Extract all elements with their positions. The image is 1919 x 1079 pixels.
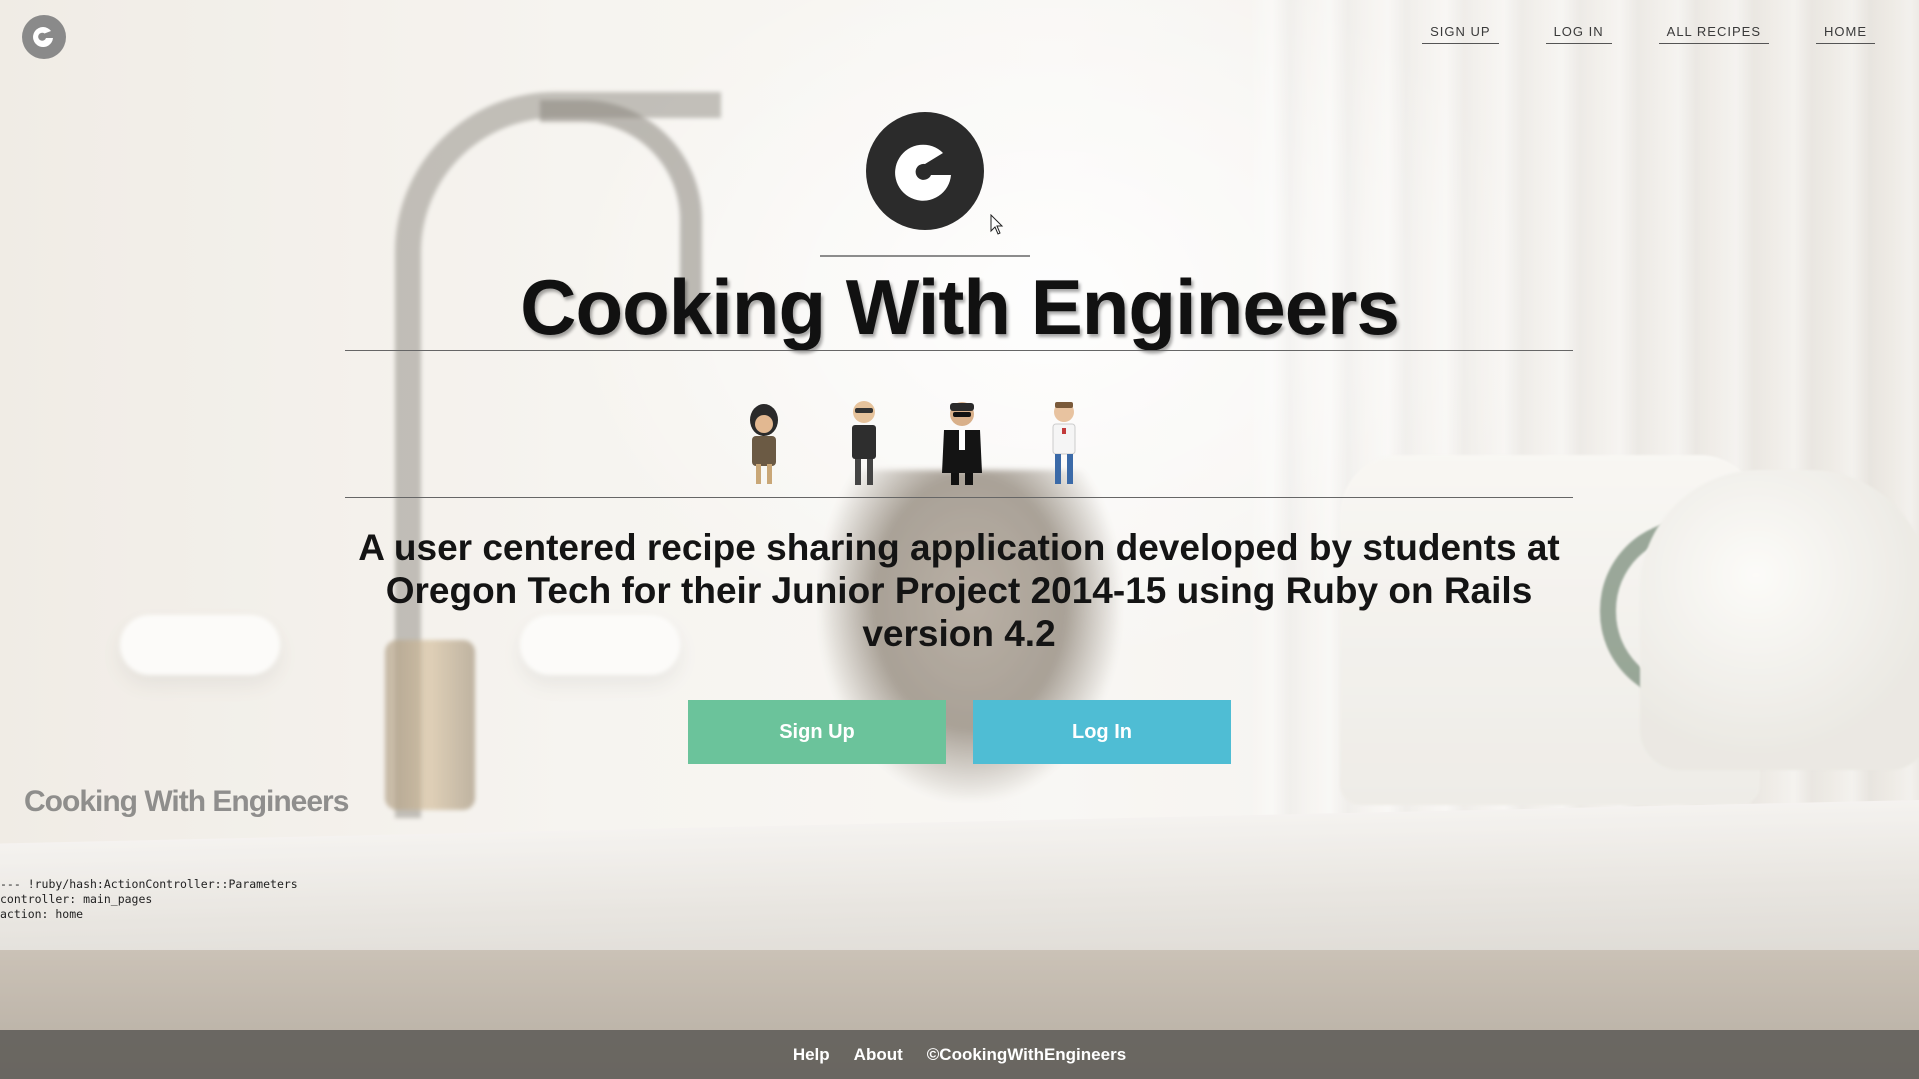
engineer-avatar-3 bbox=[942, 402, 982, 485]
engineer-avatar-1 bbox=[750, 404, 778, 484]
tagline: A user centered recipe sharing applicati… bbox=[358, 527, 1560, 654]
nav-signup-link[interactable]: SIGN UP bbox=[1422, 24, 1499, 44]
footer-about-link[interactable]: About bbox=[854, 1045, 903, 1065]
page-title: Cooking With Engineers bbox=[520, 263, 1400, 351]
footer: Help About ©CookingWithEngineers bbox=[0, 1030, 1919, 1079]
nav-all-recipes-link[interactable]: ALL RECIPES bbox=[1658, 24, 1769, 44]
site-watermark: Cooking With Engineers bbox=[24, 785, 349, 818]
top-nav: SIGN UP LOG IN ALL RECIPES HOME bbox=[1422, 24, 1919, 44]
engineer-avatar-2 bbox=[852, 401, 876, 485]
signup-button[interactable]: Sign Up bbox=[688, 700, 946, 764]
footer-copyright: ©CookingWithEngineers bbox=[926, 1044, 1127, 1064]
title-rule bbox=[345, 350, 1573, 351]
engineer-avatar-4 bbox=[1052, 402, 1076, 484]
site-logo-icon[interactable] bbox=[22, 15, 66, 59]
login-button[interactable]: Log In bbox=[973, 700, 1231, 764]
nav-home-link[interactable]: HOME bbox=[1816, 24, 1875, 44]
hero-logo-icon bbox=[866, 112, 984, 230]
nav-login-link[interactable]: LOG IN bbox=[1545, 24, 1612, 44]
avatars-rule bbox=[345, 497, 1573, 498]
debug-params: --- !ruby/hash:ActionController::Paramet… bbox=[0, 877, 298, 921]
logo-divider bbox=[820, 255, 1030, 257]
team-avatars bbox=[730, 398, 1090, 488]
footer-help-link[interactable]: Help bbox=[793, 1045, 830, 1065]
mouse-cursor-icon bbox=[990, 214, 1004, 235]
